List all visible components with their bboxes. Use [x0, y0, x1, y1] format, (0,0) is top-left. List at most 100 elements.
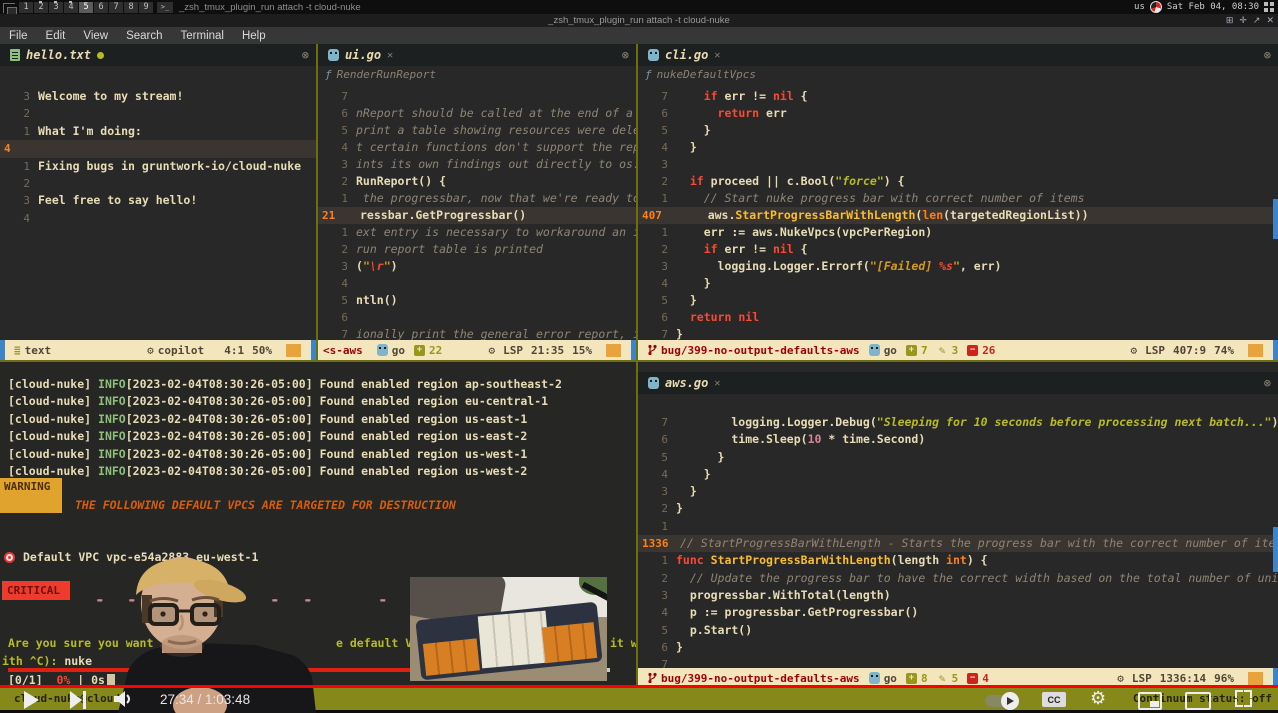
volume-icon[interactable] [112, 690, 134, 713]
go-file-icon [648, 377, 659, 389]
desktop: 123456789 >_ _zsh_tmux_plugin_run attach… [0, 0, 1278, 713]
tab-aws-go[interactable]: aws.go ✕ [638, 372, 730, 394]
workspace-8[interactable]: 8 [124, 2, 138, 13]
code-line: 7 if err != nil { [638, 88, 1278, 105]
tile-icon[interactable]: ⊞ [1226, 15, 1234, 26]
tab-close-icon[interactable]: ✕ [714, 50, 720, 61]
next-button[interactable] [70, 691, 88, 709]
git-added-icon: + [906, 673, 917, 684]
terminal-workspace-icon[interactable]: >_ [157, 2, 173, 13]
resize-icon[interactable]: ↗ [1253, 15, 1261, 26]
code-area[interactable]: 76nReport should be called at the end of… [318, 83, 636, 343]
autoplay-toggle[interactable] [985, 695, 1019, 707]
harpoon-indicator [286, 344, 301, 357]
pane-hello-txt[interactable]: hello.txt ⊗ 3Welcome to my stream!21What… [0, 44, 316, 360]
log-line: [cloud-nuke] INFO[2023-02-04T08:30:26-05… [8, 428, 562, 445]
code-line: 3Feel free to say hello! [0, 192, 316, 209]
code-area[interactable]: 3Welcome to my stream!21What I'm doing:4… [0, 66, 316, 227]
menu-view[interactable]: View [74, 30, 117, 42]
keyboard-cam [410, 577, 607, 681]
scrollbar-thumb[interactable] [1273, 527, 1278, 572]
code-line: 5 p.Start() [638, 622, 1278, 639]
workspace-2[interactable]: 2 [34, 2, 48, 13]
window-stack-icon [3, 3, 15, 13]
tab-cli-go[interactable]: cli.go ✕ [638, 44, 730, 66]
show-desktop-icon[interactable] [1264, 2, 1274, 12]
tabbar: hello.txt ⊗ [0, 44, 316, 66]
harpoon-indicator [1248, 344, 1263, 357]
taskbar-window-title[interactable]: _zsh_tmux_plugin_run attach -t cloud-nuk… [179, 2, 361, 13]
pane-aws-go[interactable]: aws.go ✕ ⊗ 7 logging.Logger.Debug("Sleep… [638, 362, 1278, 688]
workspace-7[interactable]: 7 [109, 2, 123, 13]
go-file-icon [328, 49, 339, 61]
warning-banner: WARNING [0, 478, 62, 513]
close-icon[interactable]: ⊗ [622, 48, 629, 62]
player-settings-gear-icon[interactable]: ⚙ [1090, 688, 1106, 709]
close-window-icon[interactable]: ✕ [1266, 15, 1274, 26]
menu-help[interactable]: Help [233, 30, 275, 42]
confirm-prompt-line2: ith ^C): nuke [2, 654, 92, 668]
menu-edit[interactable]: Edit [37, 30, 75, 42]
log-line: [cloud-nuke] INFO[2023-02-04T08:30:26-05… [8, 446, 562, 463]
filetype-icon: ≣ [14, 344, 21, 357]
workspace-9[interactable]: 9 [139, 2, 153, 13]
git-branch: <s-aws [323, 344, 363, 357]
code-area[interactable]: 7 if err != nil {6 return err5 }4 }32 if… [638, 83, 1278, 343]
keyboard-layout-indicator[interactable]: us [1134, 2, 1145, 12]
code-line: 1Fixing bugs in gruntwork-io/cloud-nuke [0, 158, 316, 175]
code-line: 5 } [638, 449, 1278, 466]
close-icon[interactable]: ⊗ [302, 48, 309, 62]
git-added-icon: + [414, 345, 425, 356]
close-icon[interactable]: ⊗ [1264, 48, 1271, 62]
lsp-gear-icon: ⚙ [1131, 344, 1138, 357]
tab-label: ui.go [345, 48, 381, 62]
tab-hello-txt[interactable]: hello.txt [0, 44, 114, 66]
menu-file[interactable]: File [0, 30, 37, 42]
code-line: 2} [638, 500, 1278, 517]
workspace-1[interactable]: 1 [19, 2, 33, 13]
tab-close-icon[interactable]: ✕ [714, 378, 720, 389]
play-button[interactable] [24, 691, 39, 709]
tabbar: ui.go ✕ ⊗ [318, 44, 636, 66]
pane-divider[interactable] [316, 44, 318, 360]
fullscreen-button[interactable] [1235, 690, 1252, 707]
captions-button[interactable]: CC [1042, 692, 1066, 707]
code-line: 6nReport should be called at the end of … [318, 105, 636, 122]
menu-terminal[interactable]: Terminal [172, 30, 233, 42]
code-line: 4 } [638, 275, 1278, 292]
code-line: 4 p := progressbar.GetProgressbar() [638, 604, 1278, 621]
pane-ui-go[interactable]: ui.go ✕ ⊗ ƒ RenderRunReport 76nReport sh… [318, 44, 636, 360]
workspace-6[interactable]: 6 [94, 2, 108, 13]
tab-ui-go[interactable]: ui.go ✕ [318, 44, 403, 66]
workspace-3[interactable]: 3 [49, 2, 63, 13]
scrollbar-thumb[interactable] [1273, 199, 1278, 239]
workspace-4[interactable]: 4 [64, 2, 78, 13]
code-line: 2RunReport() { [318, 173, 636, 190]
pane-divider[interactable] [0, 360, 1278, 362]
code-line: 1What I'm doing: [0, 123, 316, 140]
close-icon[interactable]: ⊗ [1264, 376, 1271, 390]
code-line: 3ints its own findings out directly to o… [318, 156, 636, 173]
code-line: 2 if proceed || c.Bool("force") { [638, 173, 1278, 190]
theater-mode-button[interactable] [1185, 692, 1211, 710]
player-controls: 27:34 / 1:03:48 CC ⚙ [0, 688, 1278, 713]
code-line: 7 [318, 88, 636, 105]
workspace-5[interactable]: 5 [79, 2, 93, 13]
code-line: 2 [0, 175, 316, 192]
log-line: [cloud-nuke] INFO[2023-02-04T08:30:26-05… [8, 376, 562, 393]
pane-cli-go[interactable]: cli.go ✕ ⊗ ƒ nukeDefaultVpcs 7 if err !=… [638, 44, 1278, 360]
pane-divider[interactable] [636, 44, 638, 688]
clock[interactable]: Sat Feb 04, 08:30 [1167, 2, 1259, 12]
status-cap [0, 340, 5, 360]
code-area[interactable]: 7 logging.Logger.Debug("Sleeping for 10 … [638, 394, 1278, 673]
tab-close-icon[interactable]: ✕ [387, 50, 393, 61]
recorder-icon[interactable] [1150, 1, 1162, 13]
miniplayer-button[interactable] [1138, 692, 1162, 710]
target-icon [4, 552, 15, 563]
go-file-icon [648, 49, 659, 61]
git-branch-icon [648, 672, 657, 684]
menu-search[interactable]: Search [117, 30, 171, 42]
move-icon[interactable]: ✛ [1239, 15, 1247, 26]
git-modified-icon: ✎ [937, 673, 948, 684]
window-titlebar: _zsh_tmux_plugin_run attach -t cloud-nuk… [0, 14, 1278, 27]
